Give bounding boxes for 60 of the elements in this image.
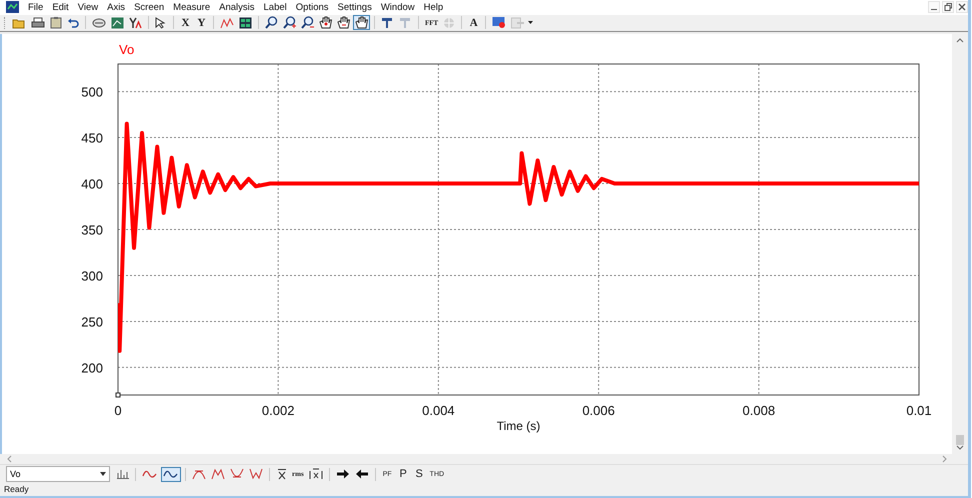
- menu-item[interactable]: Analysis: [215, 2, 260, 13]
- menu-item[interactable]: View: [74, 2, 104, 13]
- zoom-in-icon[interactable]: [281, 15, 298, 30]
- minimize-button[interactable]: [928, 1, 940, 14]
- menu-item[interactable]: Window: [376, 2, 420, 13]
- menu-item[interactable]: Label: [260, 2, 292, 13]
- axis-button[interactable]: X: [178, 15, 193, 30]
- peak-icon[interactable]: [209, 466, 227, 482]
- curve-dropdown[interactable]: Vo: [6, 466, 110, 482]
- x-axis-title: Time (s): [496, 418, 540, 433]
- y-tick-label: 450: [81, 130, 103, 146]
- dropdown-arrow-icon[interactable]: [528, 21, 534, 24]
- grid-icon[interactable]: [237, 15, 254, 30]
- y-tick-label: 400: [81, 176, 103, 192]
- scrollbar-thumb[interactable]: [956, 434, 964, 445]
- menu-item[interactable]: Settings: [334, 2, 377, 13]
- measure-button[interactable]: S: [412, 466, 427, 482]
- sine-wave-icon[interactable]: [161, 466, 181, 482]
- valley-icon[interactable]: [247, 466, 265, 482]
- printer-icon[interactable]: [29, 15, 47, 30]
- menu-item[interactable]: File: [24, 2, 48, 13]
- dropdown-arrow-icon: [100, 472, 106, 476]
- y-tick-label: 200: [81, 360, 103, 375]
- x-tick-label: 0.006: [582, 402, 615, 418]
- menu-item[interactable]: Help: [420, 2, 448, 13]
- y-axis-label-icon[interactable]: [127, 15, 144, 30]
- chart-title: Vo: [119, 42, 134, 57]
- y-tick-label: 300: [81, 268, 103, 283]
- x-tick-label: 0: [114, 402, 122, 418]
- hand-icon[interactable]: [353, 15, 370, 30]
- close-button[interactable]: [956, 1, 968, 14]
- menu-item[interactable]: Measure: [169, 2, 216, 13]
- zoom-icon[interactable]: [263, 15, 280, 30]
- restore-button[interactable]: [942, 1, 954, 14]
- menu-item[interactable]: Options: [292, 2, 334, 13]
- label-button[interactable]: A: [466, 15, 482, 30]
- x-tick-label: 0.008: [742, 402, 776, 418]
- y-tick-label: 350: [81, 222, 103, 238]
- abs-mean-icon[interactable]: [306, 466, 325, 482]
- menu-item[interactable]: Axis: [103, 2, 130, 13]
- x-tick-label: 0.004: [422, 402, 455, 418]
- chart-edit-icon[interactable]: [109, 15, 126, 30]
- x-tick-label: 0.002: [262, 402, 294, 418]
- scroll-up-icon[interactable]: [956, 36, 964, 43]
- y-tick-label: 250: [81, 314, 103, 329]
- hand-icon[interactable]: [317, 15, 334, 30]
- zoom-out-icon[interactable]: [299, 15, 316, 30]
- origin-marker: [116, 392, 120, 398]
- y-tick-label: 500: [81, 84, 103, 100]
- x-tick-label: 0.01: [906, 402, 932, 418]
- clipboard-icon[interactable]: [48, 15, 64, 30]
- menu-item[interactable]: Edit: [48, 2, 74, 13]
- axis-button[interactable]: Y: [194, 15, 209, 30]
- app-icon: [6, 1, 19, 14]
- scroll-down-icon[interactable]: [956, 444, 964, 451]
- menu-item[interactable]: Screen: [130, 2, 170, 13]
- status-text: Ready: [4, 484, 29, 494]
- vertical-scrollbar[interactable]: [952, 34, 968, 454]
- hand-icon[interactable]: [335, 15, 352, 30]
- measure-button[interactable]: P: [396, 466, 411, 482]
